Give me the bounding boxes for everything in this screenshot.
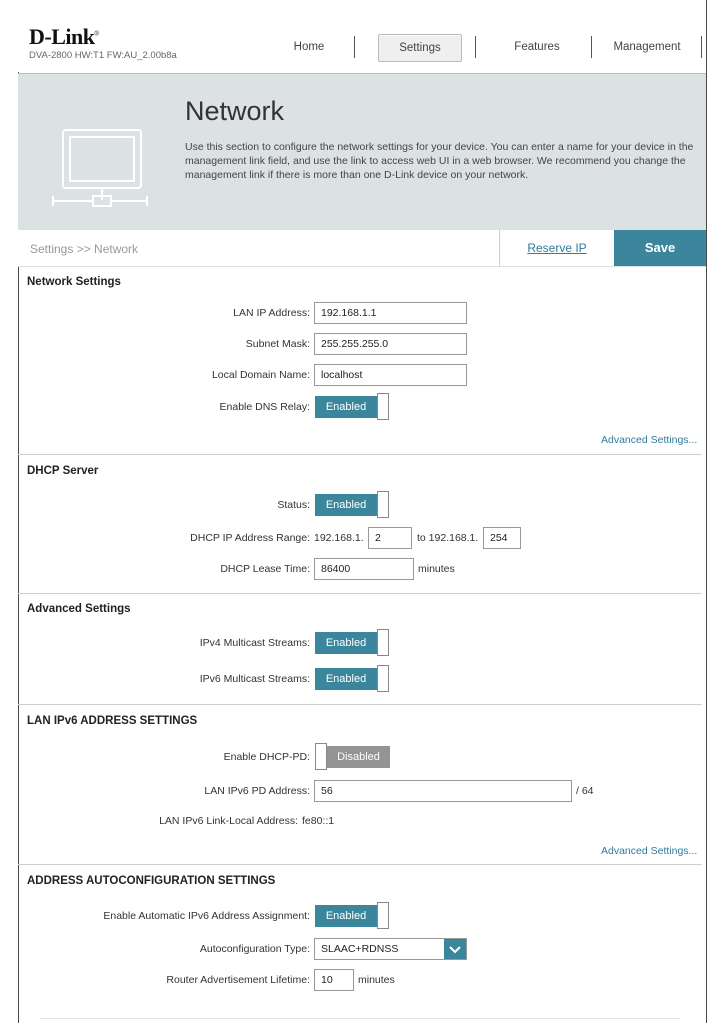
toggle-knob — [377, 491, 389, 518]
toggle-state-label: Disabled — [327, 746, 390, 768]
toggle-state-label: Enabled — [315, 632, 377, 654]
auto-ipv6-assign-label: Enable Automatic IPv6 Address Assignment… — [103, 910, 310, 922]
toggle-state-label: Enabled — [315, 396, 377, 418]
range-prefix-end: to 192.168.1. — [417, 532, 479, 544]
page-title: Network — [185, 96, 285, 126]
autoconfig-type-label: Autoconfiguration Type: — [199, 943, 310, 955]
app-window: D-Link® DVA-2800 HW:T1 FW:AU_2.00b8a Hom… — [0, 0, 717, 1023]
save-button[interactable]: Save — [614, 230, 706, 266]
dhcp-status-toggle[interactable]: Enabled — [315, 491, 390, 518]
pd-address-input[interactable]: 56 — [314, 780, 572, 802]
ipv4-multicast-label: IPv4 Multicast Streams: — [199, 637, 310, 649]
auto-ipv6-assign-toggle[interactable]: Enabled — [315, 902, 390, 929]
dns-relay-label: Enable DNS Relay: — [219, 401, 310, 413]
toggle-knob — [377, 393, 389, 420]
autoconfig-type-value: SLAAC+RDNSS — [321, 943, 399, 955]
section-divider — [18, 704, 702, 705]
toggle-knob — [315, 743, 327, 770]
subnet-mask-label: Subnet Mask: — [245, 338, 310, 350]
advanced-settings-link[interactable]: Advanced Settings... — [601, 845, 697, 857]
bottom-divider — [40, 1018, 680, 1019]
header: D-Link® DVA-2800 HW:T1 FW:AU_2.00b8a Hom… — [18, 0, 706, 72]
page-banner: Network Use this section to configure th… — [18, 73, 706, 230]
nav-divider — [475, 36, 476, 58]
range-prefix-start: 192.168.1. — [314, 532, 364, 544]
section-title-lan-ipv6: LAN IPv6 ADDRESS SETTINGS — [27, 715, 198, 727]
section-title-dhcp-server: DHCP Server — [27, 465, 99, 477]
toggle-state-label: Enabled — [315, 668, 377, 690]
section-divider — [18, 593, 702, 594]
autoconfig-type-select[interactable]: SLAAC+RDNSS — [314, 938, 467, 960]
toolbar: Settings >> Network Reserve IP Save — [18, 230, 706, 267]
nav-features[interactable]: Features — [492, 34, 582, 60]
toggle-state-label: Enabled — [315, 905, 377, 927]
lan-ip-input[interactable]: 192.168.1.1 — [314, 302, 467, 324]
local-domain-label: Local Domain Name: — [211, 369, 310, 381]
ipv6-multicast-label: IPv6 Multicast Streams: — [199, 673, 310, 685]
model-info: DVA-2800 HW:T1 FW:AU_2.00b8a — [29, 50, 177, 61]
advanced-settings-link[interactable]: Advanced Settings... — [601, 434, 697, 446]
section-divider — [18, 454, 702, 455]
section-title-autoconfig: ADDRESS AUTOCONFIGURATION SETTINGS — [27, 875, 276, 887]
breadcrumb: Settings >> Network — [30, 242, 139, 256]
nav-home[interactable]: Home — [272, 34, 346, 60]
section-divider — [18, 864, 702, 865]
lan-ip-label: LAN IP Address: — [233, 307, 310, 319]
dhcp-status-label: Status: — [277, 499, 310, 511]
nav-management[interactable]: Management — [597, 34, 697, 60]
dhcp-range-label: DHCP IP Address Range: — [190, 532, 310, 544]
section-title-advanced-settings: Advanced Settings — [27, 603, 131, 615]
chevron-down-icon — [444, 939, 466, 959]
computer-network-icon — [51, 124, 151, 219]
brand-logo: D-Link® — [29, 24, 99, 49]
subnet-mask-input[interactable]: 255.255.255.0 — [314, 333, 467, 355]
dhcp-range-start-input[interactable]: 2 — [368, 527, 412, 549]
reserve-ip-link[interactable]: Reserve IP — [499, 230, 614, 266]
dhcp-pd-label: Enable DHCP-PD: — [223, 751, 310, 763]
dhcp-lease-label: DHCP Lease Time: — [220, 563, 310, 575]
page-border-right — [706, 0, 707, 1023]
pd-prefix-length: / 64 — [576, 785, 594, 797]
lease-unit: minutes — [418, 563, 455, 575]
local-domain-input[interactable]: localhost — [314, 364, 467, 386]
dhcp-range-end-input[interactable]: 254 — [483, 527, 521, 549]
link-local-value: fe80::1 — [302, 815, 335, 827]
ra-lifetime-label: Router Advertisement Lifetime: — [166, 974, 310, 986]
section-title-network-settings: Network Settings — [27, 276, 121, 288]
pd-address-label: LAN IPv6 PD Address: — [204, 785, 310, 797]
nav-settings[interactable]: Settings — [378, 34, 462, 62]
toggle-knob — [377, 902, 389, 929]
nav-divider — [701, 36, 702, 58]
nav-divider — [354, 36, 355, 58]
toggle-knob — [377, 629, 389, 656]
page-description: Use this section to configure the networ… — [185, 141, 694, 182]
ipv6-multicast-toggle[interactable]: Enabled — [315, 665, 390, 692]
ra-lifetime-unit: minutes — [358, 974, 395, 986]
link-local-label: LAN IPv6 Link-Local Address: — [159, 815, 298, 827]
nav-divider — [591, 36, 592, 58]
ipv4-multicast-toggle[interactable]: Enabled — [315, 629, 390, 656]
dhcp-pd-toggle[interactable]: Disabled — [315, 743, 390, 770]
toggle-knob — [377, 665, 389, 692]
dns-relay-toggle[interactable]: Enabled — [315, 393, 390, 420]
toggle-state-label: Enabled — [315, 494, 377, 516]
ra-lifetime-input[interactable]: 10 — [314, 969, 354, 991]
dhcp-lease-input[interactable]: 86400 — [314, 558, 414, 580]
brand-name: D-Link — [29, 24, 95, 49]
